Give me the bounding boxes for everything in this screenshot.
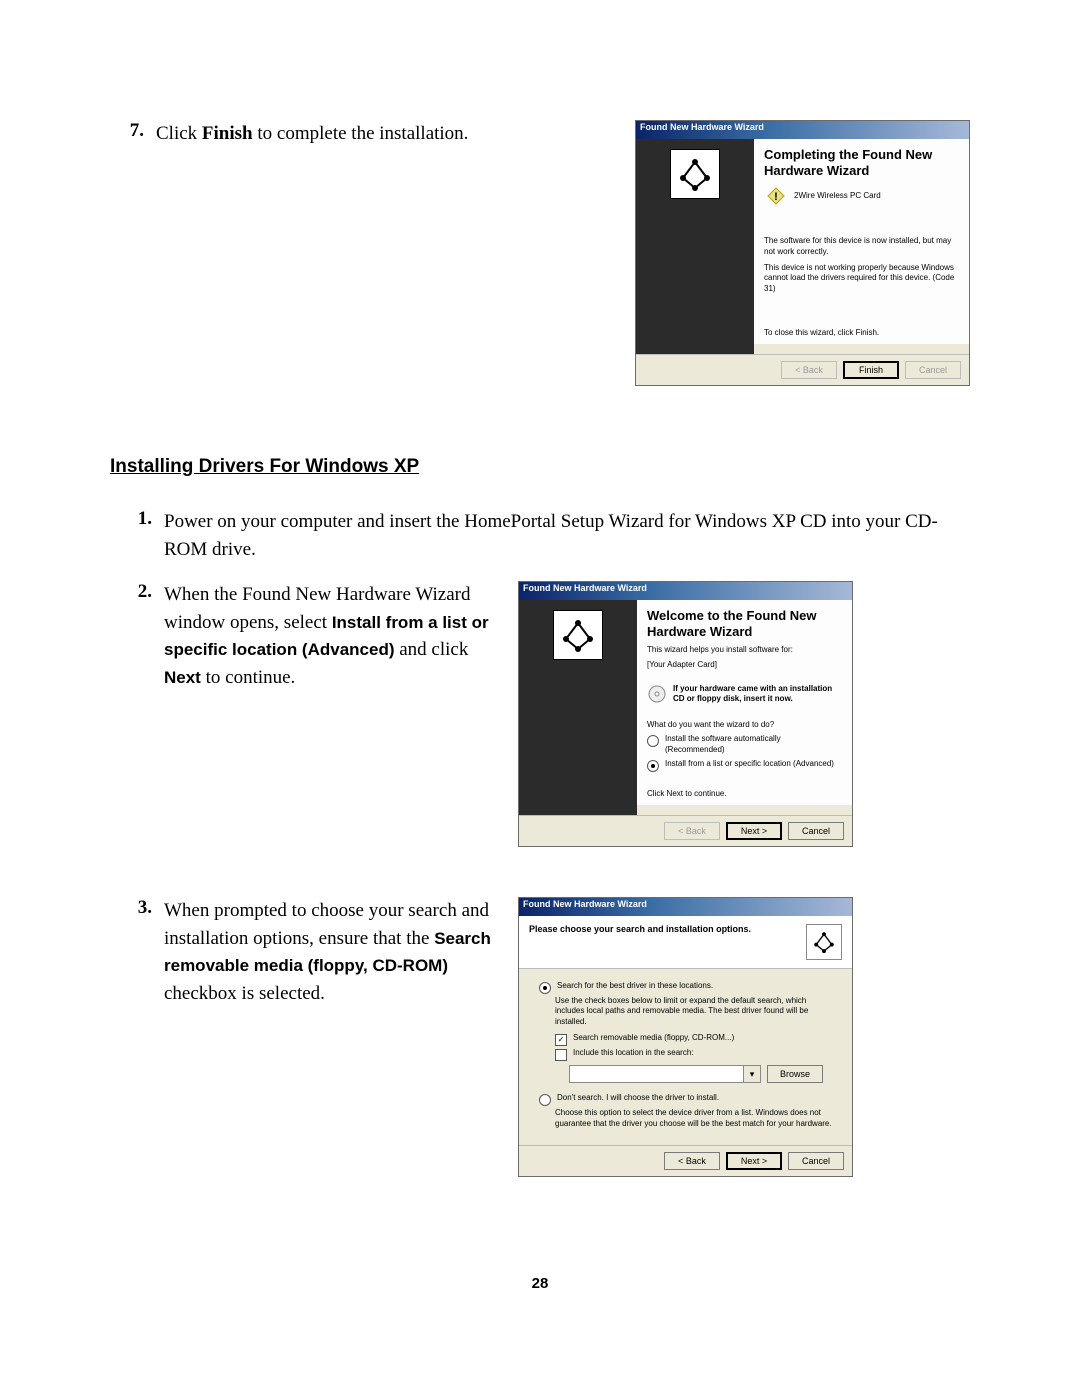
step-7: 7. Click Finish to complete the installa… <box>110 120 615 148</box>
step-7-bold: Finish <box>202 123 253 144</box>
step-1-number: 1. <box>118 508 164 563</box>
step-3-post: checkbox is selected. <box>164 983 325 1004</box>
wizard2-sidebar <box>519 600 637 815</box>
wizard3-cancel-button[interactable]: Cancel <box>788 1152 844 1170</box>
wizard1-cancel-button: Cancel <box>905 361 961 379</box>
warning-icon: ! <box>764 184 788 208</box>
wizard1-sidebar <box>636 139 754 354</box>
wizard1-device: 2Wire Wireless PC Card <box>794 191 881 201</box>
step-2-mid: and click <box>395 639 469 660</box>
step-7-number: 7. <box>110 120 156 148</box>
hub-icon <box>553 610 603 660</box>
wizard2-next-button[interactable]: Next > <box>726 822 782 840</box>
radio-icon <box>647 760 659 772</box>
step-3-number: 3. <box>118 897 164 1007</box>
step-2-bold2: Next <box>164 668 201 687</box>
wizard1-msg1: The software for this device is now inst… <box>764 236 959 257</box>
wizard1-finish-button[interactable]: Finish <box>843 361 899 379</box>
wizard3-chk-include[interactable]: Include this location in the search: <box>555 1048 836 1061</box>
wizard3-opt-dont-label: Don't search. I will choose the driver t… <box>557 1093 719 1103</box>
wizard3-chk-include-label: Include this location in the search: <box>573 1048 694 1058</box>
wizard3-browse-button[interactable]: Browse <box>767 1065 823 1083</box>
wizard3-chk-removable-label: Search removable media (floppy, CD-ROM..… <box>573 1033 734 1043</box>
step-2-text: When the Found New Hardware Wizard windo… <box>164 581 498 691</box>
cd-icon <box>647 682 667 706</box>
wizard2-device: [Your Adapter Card] <box>647 660 842 670</box>
step-2-post: to continue. <box>201 667 295 688</box>
wizard3-opt-search[interactable]: Search for the best driver in these loca… <box>539 981 836 994</box>
wizard1-close-hint: To close this wizard, click Finish. <box>764 328 959 338</box>
wizard3-back-button[interactable]: < Back <box>664 1152 720 1170</box>
wizard3-search-sub: Use the check boxes below to limit or ex… <box>555 996 836 1027</box>
wizard3-titlebar: Found New Hardware Wizard <box>519 898 852 916</box>
wizard2-opt1-label: Install the software automatically (Reco… <box>665 734 842 755</box>
wizard2-question: What do you want the wizard to do? <box>647 720 842 730</box>
wizard2-opt-advanced[interactable]: Install from a list or specific location… <box>647 759 842 772</box>
wizard2-cd-hint: If your hardware came with an installati… <box>673 684 842 705</box>
wizard2-help-line: This wizard helps you install software f… <box>647 645 842 655</box>
wizard1-msg2: This device is not working properly beca… <box>764 263 959 294</box>
wizard-completing: Found New Hardware Wizard Complet <box>635 120 970 386</box>
step-1-text: Power on your computer and insert the Ho… <box>164 508 970 563</box>
step-7-post: to complete the installation. <box>253 123 469 144</box>
wizard3-location-input[interactable] <box>570 1066 743 1080</box>
radio-icon <box>539 1094 551 1106</box>
wizard3-opt-dont[interactable]: Don't search. I will choose the driver t… <box>539 1093 836 1106</box>
wizard2-continue-hint: Click Next to continue. <box>647 789 842 799</box>
section-heading-xp: Installing Drivers For Windows XP <box>110 456 970 478</box>
step-7-text: Click Finish to complete the installatio… <box>156 120 615 148</box>
step-1: 1. Power on your computer and insert the… <box>118 508 970 563</box>
step-3-text: When prompted to choose your search and … <box>164 897 498 1007</box>
wizard1-titlebar: Found New Hardware Wizard <box>636 121 969 139</box>
step-2: 2. When the Found New Hardware Wizard wi… <box>118 581 498 691</box>
wizard1-main: Completing the Found New Hardware Wizard… <box>754 139 969 344</box>
step-3: 3. When prompted to choose your search a… <box>118 897 498 1007</box>
wizard2-heading: Welcome to the Found New Hardware Wizard <box>647 608 842 639</box>
wizard3-location-combobox[interactable]: ▾ <box>569 1065 761 1083</box>
wizard3-body: Search for the best driver in these loca… <box>519 969 852 1145</box>
checkbox-icon <box>555 1049 567 1061</box>
wizard-welcome: Found New Hardware Wizard <box>518 581 853 847</box>
wizard2-cancel-button[interactable]: Cancel <box>788 822 844 840</box>
svg-text:!: ! <box>774 191 778 203</box>
step-2-number: 2. <box>118 581 164 691</box>
wizard1-heading: Completing the Found New Hardware Wizard <box>764 147 959 178</box>
wizard1-back-button: < Back <box>781 361 837 379</box>
wizard3-next-button[interactable]: Next > <box>726 1152 782 1170</box>
hub-icon <box>806 924 842 960</box>
wizard2-opt-auto[interactable]: Install the software automatically (Reco… <box>647 734 842 755</box>
page-number: 28 <box>0 1275 1080 1292</box>
wizard-search-options: Found New Hardware Wizard Please choose … <box>518 897 853 1177</box>
wizard2-opt2-label: Install from a list or specific location… <box>665 759 834 769</box>
chevron-down-icon[interactable]: ▾ <box>743 1066 760 1082</box>
wizard2-titlebar: Found New Hardware Wizard <box>519 582 852 600</box>
step-7-pre: Click <box>156 123 202 144</box>
checkbox-icon <box>555 1034 567 1046</box>
wizard3-chk-removable[interactable]: Search removable media (floppy, CD-ROM..… <box>555 1033 836 1046</box>
wizard2-back-button: < Back <box>664 822 720 840</box>
wizard3-header-band: Please choose your search and installati… <box>519 916 852 969</box>
wizard3-dont-sub: Choose this option to select the device … <box>555 1108 836 1129</box>
wizard3-opt-search-label: Search for the best driver in these loca… <box>557 981 713 991</box>
wizard2-main: Welcome to the Found New Hardware Wizard… <box>637 600 852 805</box>
radio-icon <box>539 982 551 994</box>
hub-icon <box>670 149 720 199</box>
wizard3-header: Please choose your search and installati… <box>529 924 751 936</box>
radio-icon <box>647 735 659 747</box>
